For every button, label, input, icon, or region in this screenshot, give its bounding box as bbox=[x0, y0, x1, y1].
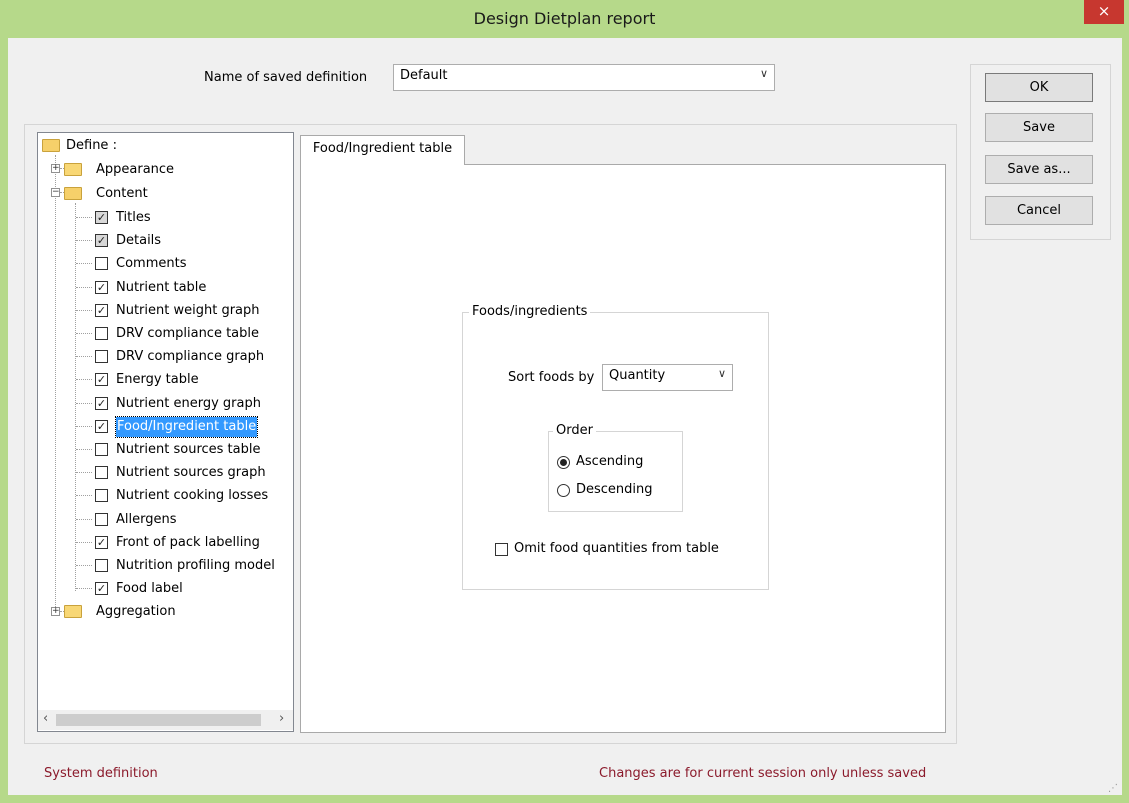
tree-item-checkbox[interactable]: ✓ bbox=[95, 234, 108, 247]
descending-radio[interactable] bbox=[557, 484, 570, 497]
tree-line bbox=[76, 310, 92, 311]
cancel-button[interactable]: Cancel bbox=[985, 196, 1093, 225]
tree-node-label: Aggregation bbox=[96, 604, 176, 619]
resize-grip-icon[interactable]: ⋰ bbox=[1108, 783, 1118, 794]
tree-item-checkbox[interactable]: ✓ bbox=[95, 281, 108, 294]
tree-item-label: DRV compliance table bbox=[116, 326, 260, 341]
expand-plus-icon[interactable]: + bbox=[51, 607, 60, 616]
tree-line bbox=[76, 472, 92, 473]
tree-item-label: Nutrient energy graph bbox=[116, 396, 261, 411]
tree-line bbox=[76, 519, 92, 520]
chevron-down-icon: ∨ bbox=[717, 367, 726, 380]
tree-item-label: Allergens bbox=[116, 512, 177, 527]
sort-foods-value: Quantity bbox=[609, 368, 666, 383]
collapse-minus-icon[interactable]: − bbox=[51, 188, 60, 197]
tree-item-label: Titles bbox=[116, 210, 151, 225]
scrollbar-thumb[interactable] bbox=[56, 714, 261, 726]
folder-open-icon bbox=[42, 139, 60, 152]
tree-item-checkbox[interactable] bbox=[95, 559, 108, 572]
tree-item-checkbox[interactable] bbox=[95, 513, 108, 526]
tree-line bbox=[76, 495, 92, 496]
save-button[interactable]: Save bbox=[985, 113, 1093, 142]
tree-line bbox=[76, 542, 92, 543]
tree-item-checkbox[interactable]: ✓ bbox=[95, 536, 108, 549]
tree-item-checkbox[interactable]: ✓ bbox=[95, 420, 108, 433]
scroll-left-icon[interactable]: ‹ bbox=[43, 711, 48, 726]
scroll-right-icon[interactable]: › bbox=[279, 711, 284, 726]
tree-line bbox=[76, 403, 92, 404]
window-title: Design Dietplan report bbox=[473, 9, 656, 28]
close-icon[interactable]: × bbox=[1084, 0, 1124, 24]
tree-item-label: Details bbox=[116, 233, 162, 248]
status-session-note: Changes are for current session only unl… bbox=[599, 766, 927, 781]
tree-line bbox=[76, 333, 92, 334]
tree-line bbox=[76, 240, 92, 241]
tree-item-checkbox[interactable] bbox=[95, 443, 108, 456]
status-system-definition: System definition bbox=[44, 766, 158, 781]
tree-item-label: Nutrient sources graph bbox=[116, 465, 266, 480]
chevron-down-icon: ∨ bbox=[759, 67, 768, 80]
tree-item-label: Comments bbox=[116, 256, 187, 271]
tree-item-checkbox[interactable] bbox=[95, 466, 108, 479]
omit-quantities-label: Omit food quantities from table bbox=[514, 541, 719, 556]
ascending-label: Ascending bbox=[576, 454, 644, 469]
ascending-radio[interactable] bbox=[557, 456, 570, 469]
folder-open-icon bbox=[64, 187, 82, 200]
definition-value: Default bbox=[400, 68, 448, 83]
descending-label: Descending bbox=[576, 482, 653, 497]
foods-ingredients-label: Foods/ingredients bbox=[469, 304, 591, 319]
tree-item-checkbox[interactable] bbox=[95, 327, 108, 340]
expand-plus-icon[interactable]: + bbox=[51, 164, 60, 173]
tree-item-label: Front of pack labelling bbox=[116, 535, 260, 550]
title-bar: Design Dietplan report × bbox=[0, 0, 1129, 38]
order-group bbox=[548, 431, 683, 512]
tree-line bbox=[55, 155, 56, 611]
omit-quantities-checkbox[interactable] bbox=[495, 543, 508, 556]
ok-button[interactable]: OK bbox=[985, 73, 1093, 102]
tree-line bbox=[76, 356, 92, 357]
tree-line bbox=[75, 203, 76, 591]
definition-select[interactable]: Default ∨ bbox=[393, 64, 775, 91]
tree-item-checkbox[interactable] bbox=[95, 350, 108, 363]
tree-item-label: Nutrient table bbox=[116, 280, 207, 295]
tree-item-label: Food label bbox=[116, 581, 183, 596]
order-label: Order bbox=[553, 423, 596, 438]
definition-label: Name of saved definition bbox=[204, 70, 368, 85]
tree-node-label: Define : bbox=[66, 138, 117, 153]
tree-line bbox=[76, 588, 92, 589]
tree-item-checkbox[interactable] bbox=[95, 257, 108, 270]
tree-item-label: Energy table bbox=[116, 372, 199, 387]
tab-food-ingredient-table[interactable]: Food/Ingredient table bbox=[300, 135, 465, 165]
tree-item-checkbox[interactable]: ✓ bbox=[95, 304, 108, 317]
tree-item-label: Food/Ingredient table bbox=[114, 416, 259, 438]
sort-foods-label: Sort foods by bbox=[508, 370, 595, 385]
save-as-button[interactable]: Save as... bbox=[985, 155, 1093, 184]
tree-item-checkbox[interactable] bbox=[95, 489, 108, 502]
tree-line bbox=[76, 426, 92, 427]
tree-node-label: Appearance bbox=[96, 162, 175, 177]
tree-item-checkbox[interactable]: ✓ bbox=[95, 582, 108, 595]
definition-tree[interactable]: Define : + Appearance − Content ✓ Titles ✓… bbox=[37, 132, 294, 732]
folder-icon bbox=[64, 605, 82, 618]
tree-item-label: Nutrient cooking losses bbox=[116, 488, 269, 503]
tree-line bbox=[76, 263, 92, 264]
tree-item-label: Nutrition profiling model bbox=[116, 558, 275, 573]
tree-item-checkbox[interactable]: ✓ bbox=[95, 373, 108, 386]
tree-item-label: DRV compliance graph bbox=[116, 349, 265, 364]
tree-item-label: Nutrient weight graph bbox=[116, 303, 260, 318]
tree-line bbox=[76, 565, 92, 566]
tree-line bbox=[76, 379, 92, 380]
tree-node-label: Content bbox=[96, 186, 148, 201]
tree-item-checkbox[interactable]: ✓ bbox=[95, 211, 108, 224]
tree-item-label: Nutrient sources table bbox=[116, 442, 261, 457]
tree-line bbox=[76, 217, 92, 218]
folder-icon bbox=[64, 163, 82, 176]
tree-line bbox=[76, 449, 92, 450]
tree-line bbox=[76, 287, 92, 288]
tree-item-checkbox[interactable]: ✓ bbox=[95, 397, 108, 410]
sort-foods-select[interactable]: Quantity ∨ bbox=[602, 364, 733, 391]
